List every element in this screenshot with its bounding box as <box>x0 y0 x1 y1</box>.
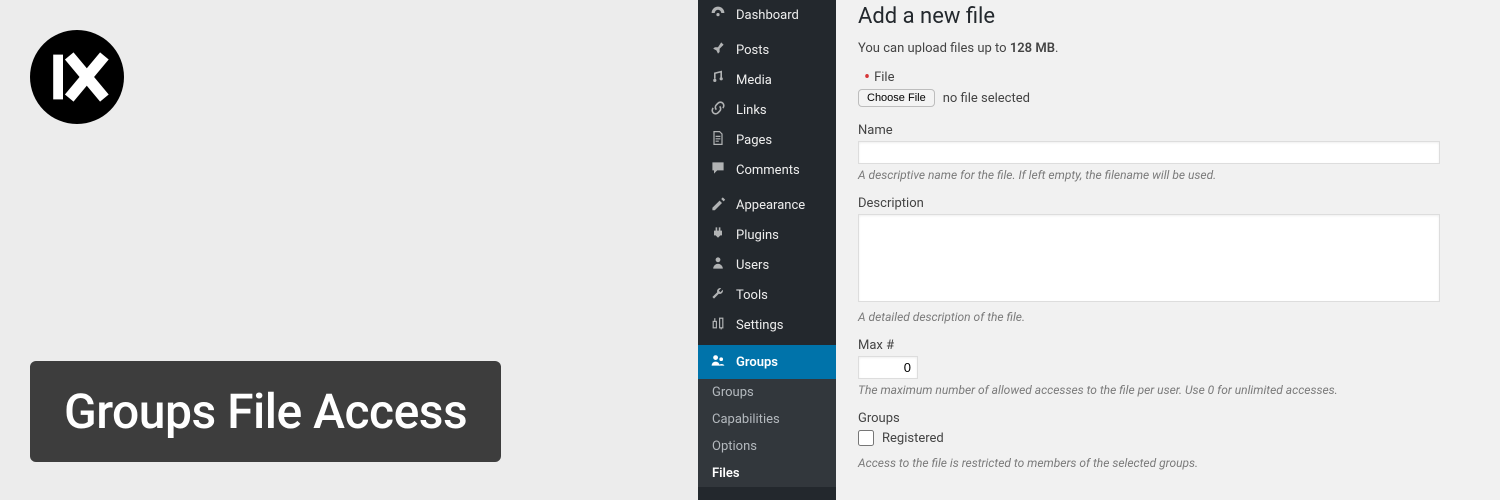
choose-file-button[interactable]: Choose File <box>858 89 935 107</box>
sidebar-item-groups[interactable]: Groups <box>698 345 836 379</box>
submenu-item-groups[interactable]: Groups <box>698 379 836 406</box>
sidebar-item-label: Tools <box>736 288 768 303</box>
sidebar-item-label: Settings <box>736 318 783 333</box>
description-label: Description <box>858 196 1478 211</box>
main-content: Add a new file You can upload files up t… <box>836 0 1500 500</box>
sidebar-item-posts[interactable]: Posts <box>698 35 836 65</box>
name-input[interactable] <box>858 141 1440 164</box>
wp-admin-app: Dashboard Posts Media Links Pages <box>698 0 1500 500</box>
upload-note-suffix: . <box>1055 41 1058 56</box>
max-label: Max # <box>858 338 1478 353</box>
sidebar-item-dashboard[interactable]: Dashboard <box>698 0 836 30</box>
sidebar-item-appearance[interactable]: Appearance <box>698 190 836 220</box>
sidebar-item-label: Dashboard <box>736 8 799 23</box>
upload-note-prefix: You can upload files up to <box>858 41 1010 56</box>
name-hint: A descriptive name for the file. If left… <box>858 168 1478 182</box>
sidebar-item-label: Appearance <box>736 198 805 213</box>
sidebar-item-label: Users <box>736 258 769 273</box>
appearance-icon <box>708 195 728 215</box>
admin-sidebar: Dashboard Posts Media Links Pages <box>698 0 836 500</box>
ix-logo-icon <box>42 42 112 112</box>
sidebar-item-comments[interactable]: Comments <box>698 155 836 185</box>
description-textarea[interactable] <box>858 214 1440 302</box>
file-field-label: • File <box>858 70 1478 85</box>
groups-field: Groups Registered Access to the file is … <box>858 411 1478 470</box>
sidebar-item-links[interactable]: Links <box>698 95 836 125</box>
no-file-selected-text: no file selected <box>943 91 1030 106</box>
registered-checkbox[interactable] <box>858 430 874 446</box>
media-icon <box>708 70 728 90</box>
sidebar-item-label: Pages <box>736 133 772 148</box>
sidebar-submenu-groups: Groups Capabilities Options Files <box>698 379 836 487</box>
groups-icon <box>708 352 728 372</box>
upload-note-limit: 128 MB <box>1010 41 1055 56</box>
description-field: Description A detailed description of th… <box>858 196 1478 324</box>
sidebar-item-settings[interactable]: Settings <box>698 310 836 340</box>
name-field: Name A descriptive name for the file. If… <box>858 123 1478 182</box>
submenu-item-options[interactable]: Options <box>698 433 836 460</box>
page-heading: Add a new file <box>858 4 1478 29</box>
sidebar-item-pages[interactable]: Pages <box>698 125 836 155</box>
link-icon <box>708 100 728 120</box>
name-label: Name <box>858 123 1478 138</box>
sidebar-item-label: Links <box>736 103 767 118</box>
brand-logo <box>30 30 124 124</box>
sidebar-item-media[interactable]: Media <box>698 65 836 95</box>
max-field: Max # The maximum number of allowed acce… <box>858 338 1478 397</box>
max-input[interactable] <box>858 356 918 379</box>
max-hint: The maximum number of allowed accesses t… <box>858 383 1478 397</box>
groups-hint: Access to the file is restricted to memb… <box>858 456 1478 470</box>
description-hint: A detailed description of the file. <box>858 310 1478 324</box>
page-icon <box>708 130 728 150</box>
tools-icon <box>708 285 728 305</box>
file-label-text: File <box>874 70 894 85</box>
dashboard-icon <box>708 5 728 25</box>
comment-icon <box>708 160 728 180</box>
submenu-item-capabilities[interactable]: Capabilities <box>698 406 836 433</box>
current-menu-arrow-icon <box>836 356 842 368</box>
submenu-item-files[interactable]: Files <box>698 460 836 487</box>
sidebar-item-tools[interactable]: Tools <box>698 280 836 310</box>
file-picker-row: Choose File no file selected <box>858 89 1478 107</box>
promo-title: Groups File Access <box>30 361 501 462</box>
pin-icon <box>708 40 728 60</box>
upload-limit-note: You can upload files up to 128 MB. <box>858 41 1478 56</box>
required-indicator-icon: • <box>864 67 870 88</box>
sidebar-item-plugins[interactable]: Plugins <box>698 220 836 250</box>
sidebar-item-label: Groups <box>736 355 778 370</box>
sidebar-item-label: Media <box>736 73 772 88</box>
groups-label: Groups <box>858 411 1478 426</box>
sidebar-item-label: Comments <box>736 163 800 178</box>
sidebar-item-users[interactable]: Users <box>698 250 836 280</box>
settings-icon <box>708 315 728 335</box>
groups-option-registered-row: Registered <box>858 430 1478 446</box>
plugin-icon <box>708 225 728 245</box>
registered-checkbox-label: Registered <box>882 431 944 446</box>
sidebar-item-label: Plugins <box>736 228 779 243</box>
sidebar-item-label: Posts <box>736 43 769 58</box>
users-icon <box>708 255 728 275</box>
